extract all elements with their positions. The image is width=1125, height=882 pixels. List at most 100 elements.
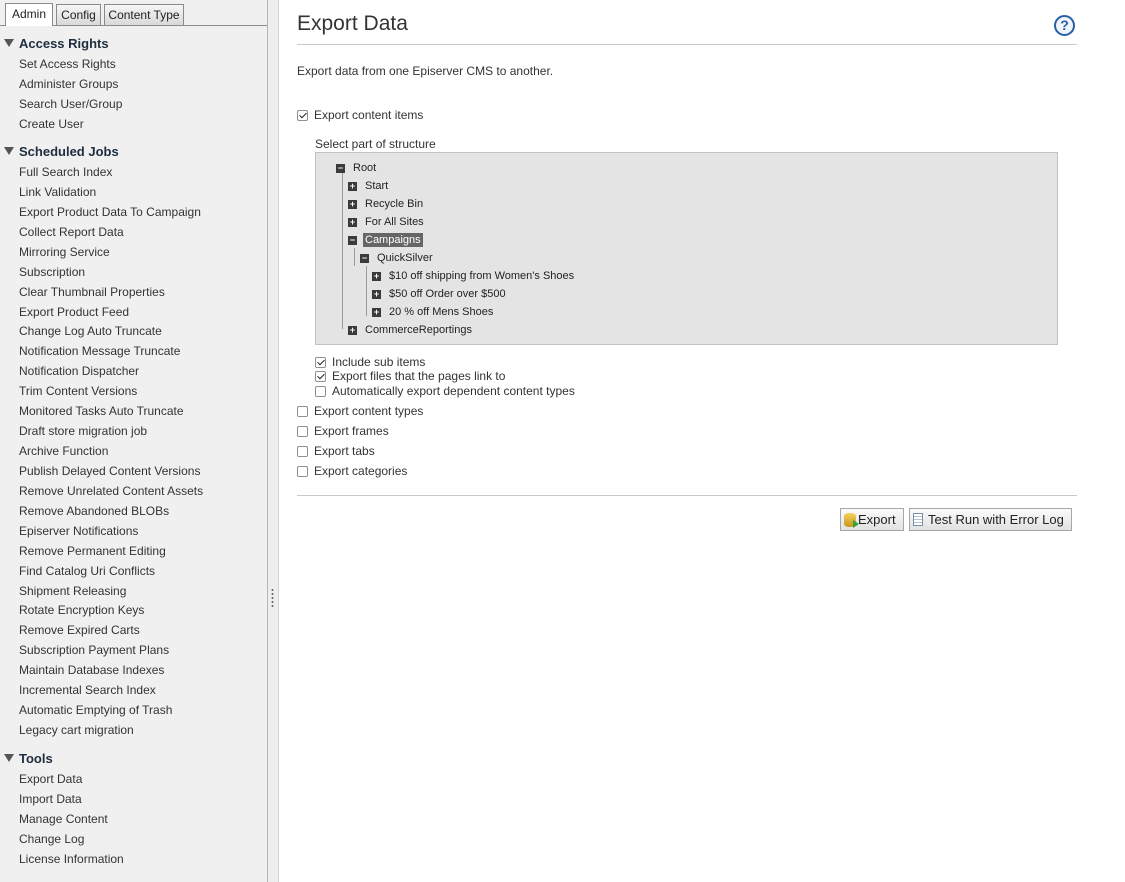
footer-divider <box>297 495 1077 496</box>
test-run-button[interactable]: Test Run with Error Log <box>909 508 1072 531</box>
menu-item-scheduled-job[interactable]: Automatic Emptying of Trash <box>19 701 172 719</box>
export-button[interactable]: Export <box>840 508 904 531</box>
export-content-items-row: Export content items <box>297 108 423 123</box>
expand-icon[interactable]: + <box>348 218 357 227</box>
tab-content-type[interactable]: Content Type <box>104 4 184 25</box>
menu-item-scheduled-job[interactable]: Export Product Data To Campaign <box>19 203 201 221</box>
admin-left-pane: Admin Config Content Type Access Rights … <box>0 0 268 882</box>
menu-item-scheduled-job[interactable]: Episerver Notifications <box>19 522 138 540</box>
menu-item-scheduled-job[interactable]: Legacy cart migration <box>19 721 134 739</box>
menu-item-scheduled-job[interactable]: Notification Message Truncate <box>19 342 180 360</box>
tree-node-label[interactable]: QuickSilver <box>375 251 435 265</box>
help-icon[interactable]: ? <box>1054 15 1075 36</box>
menu-item-scheduled-job[interactable]: Monitored Tasks Auto Truncate <box>19 402 184 420</box>
tab-config[interactable]: Config <box>56 4 101 25</box>
expand-icon[interactable]: + <box>372 290 381 299</box>
menu-item-scheduled-job[interactable]: Collect Report Data <box>19 223 124 241</box>
left-tab-bar: Admin Config Content Type <box>0 0 267 26</box>
option-label: Automatically export dependent content t… <box>332 384 575 398</box>
menu-item-scheduled-job[interactable]: Find Catalog Uri Conflicts <box>19 562 155 580</box>
section-access-rights[interactable]: Access Rights <box>4 35 109 53</box>
tab-admin[interactable]: Admin <box>5 3 53 26</box>
title-divider <box>297 44 1077 45</box>
tree-node-label[interactable]: Root <box>351 161 378 175</box>
menu-item-scheduled-job[interactable]: Change Log Auto Truncate <box>19 322 162 340</box>
export-linked-files-checkbox[interactable] <box>315 371 326 382</box>
export-frames-row: Export frames <box>297 424 389 439</box>
expand-icon[interactable]: + <box>372 272 381 281</box>
menu-item-scheduled-job[interactable]: Archive Function <box>19 442 108 460</box>
expand-icon[interactable]: + <box>348 200 357 209</box>
export-content-types-checkbox[interactable] <box>297 406 308 417</box>
menu-item-scheduled-job[interactable]: Publish Delayed Content Versions <box>19 462 200 480</box>
menu-item-scheduled-job[interactable]: Remove Permanent Editing <box>19 542 166 560</box>
option-label: Export tabs <box>314 444 375 458</box>
include-sub-items-row: Include sub items <box>315 355 425 370</box>
database-export-icon <box>844 513 859 528</box>
collapse-icon[interactable]: − <box>360 254 369 263</box>
collapse-icon[interactable]: − <box>336 164 345 173</box>
section-scheduled-jobs[interactable]: Scheduled Jobs <box>4 143 119 161</box>
menu-item-scheduled-job[interactable]: Subscription <box>19 263 85 281</box>
menu-item-scheduled-job[interactable]: Remove Abandoned BLOBs <box>19 502 169 520</box>
menu-item-scheduled-job[interactable]: Notification Dispatcher <box>19 362 139 380</box>
tree-node-label[interactable]: $10 off shipping from Women's Shoes <box>387 269 576 283</box>
menu-item-scheduled-job[interactable]: Incremental Search Index <box>19 681 156 699</box>
tree-connector <box>342 167 343 329</box>
option-label: Export categories <box>314 464 408 478</box>
menu-item-manage-content[interactable]: Manage Content <box>19 810 108 828</box>
export-content-items-checkbox[interactable] <box>297 110 308 121</box>
menu-item-create-user[interactable]: Create User <box>19 115 84 133</box>
menu-item-license-information[interactable]: License Information <box>19 850 124 868</box>
expand-icon[interactable]: + <box>348 326 357 335</box>
menu-item-scheduled-job[interactable]: Shipment Releasing <box>19 582 126 600</box>
tree-node-label[interactable]: $50 off Order over $500 <box>387 287 508 301</box>
menu-item-scheduled-job[interactable]: Mirroring Service <box>19 243 110 261</box>
tree-node-label[interactable]: For All Sites <box>363 215 426 229</box>
menu-item-import-data[interactable]: Import Data <box>19 790 82 808</box>
tree-connector <box>366 266 367 316</box>
page-title: Export Data <box>297 12 408 35</box>
menu-item-change-log[interactable]: Change Log <box>19 830 84 848</box>
tree-node-campaign-item: + $50 off Order over $500 <box>372 287 508 302</box>
expand-icon[interactable]: + <box>348 182 357 191</box>
tree-node-start: + Start <box>348 179 390 194</box>
menu-item-scheduled-job[interactable]: Draft store migration job <box>19 422 147 440</box>
tree-node-commerce-reportings: + CommerceReportings <box>348 323 474 338</box>
tree-node-label[interactable]: Start <box>363 179 390 193</box>
tree-node-quicksilver: − QuickSilver <box>360 251 435 266</box>
export-categories-checkbox[interactable] <box>297 466 308 477</box>
auto-export-content-types-checkbox[interactable] <box>315 386 326 397</box>
menu-item-export-data[interactable]: Export Data <box>19 770 82 788</box>
export-tabs-row: Export tabs <box>297 444 375 459</box>
pane-splitter[interactable] <box>268 0 279 882</box>
collapse-icon[interactable]: − <box>348 236 357 245</box>
export-content-types-row: Export content types <box>297 404 423 419</box>
section-tools[interactable]: Tools <box>4 750 53 768</box>
page-description: Export data from one Episerver CMS to an… <box>297 64 554 78</box>
menu-item-scheduled-job[interactable]: Remove Unrelated Content Assets <box>19 482 203 500</box>
export-tabs-checkbox[interactable] <box>297 446 308 457</box>
tree-node-label[interactable]: Recycle Bin <box>363 197 425 211</box>
menu-item-scheduled-job[interactable]: Trim Content Versions <box>19 382 137 400</box>
menu-item-scheduled-job[interactable]: Maintain Database Indexes <box>19 661 164 679</box>
export-frames-checkbox[interactable] <box>297 426 308 437</box>
option-label: Export files that the pages link to <box>332 369 506 383</box>
include-sub-items-checkbox[interactable] <box>315 357 326 368</box>
expand-icon[interactable]: + <box>372 308 381 317</box>
tree-node-label-selected[interactable]: Campaigns <box>363 233 423 247</box>
menu-item-scheduled-job[interactable]: Rotate Encryption Keys <box>19 601 144 619</box>
menu-item-scheduled-job[interactable]: Subscription Payment Plans <box>19 641 169 659</box>
menu-item-scheduled-job[interactable]: Clear Thumbnail Properties <box>19 283 165 301</box>
tree-node-label[interactable]: CommerceReportings <box>363 323 474 337</box>
menu-item-scheduled-job[interactable]: Export Product Feed <box>19 303 129 321</box>
menu-item-scheduled-job[interactable]: Link Validation <box>19 183 96 201</box>
tree-node-label[interactable]: 20 % off Mens Shoes <box>387 305 495 319</box>
select-structure-label: Select part of structure <box>315 137 436 151</box>
menu-item-set-access-rights[interactable]: Set Access Rights <box>19 55 116 73</box>
menu-item-search-user-group[interactable]: Search User/Group <box>19 95 122 113</box>
splitter-grip-icon[interactable] <box>271 588 274 608</box>
menu-item-scheduled-job[interactable]: Remove Expired Carts <box>19 621 140 639</box>
menu-item-scheduled-job[interactable]: Full Search Index <box>19 163 112 181</box>
menu-item-administer-groups[interactable]: Administer Groups <box>19 75 118 93</box>
